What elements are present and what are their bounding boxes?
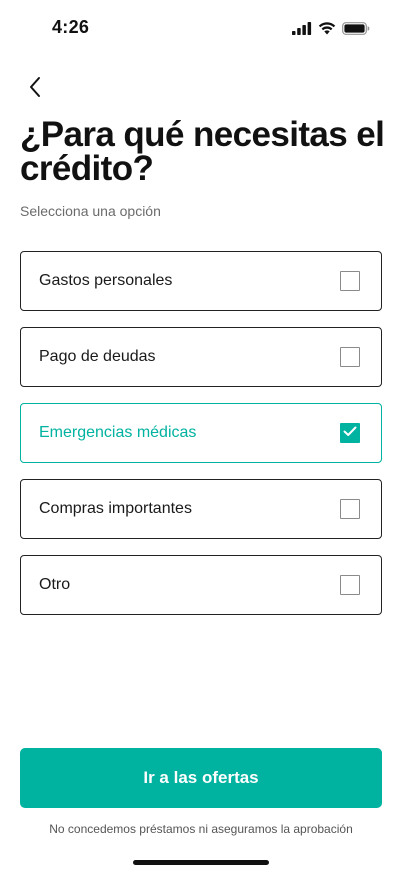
option-label: Pago de deudas <box>39 348 156 365</box>
option-gastos-personales[interactable]: Gastos personales <box>20 251 382 311</box>
battery-icon <box>342 22 370 40</box>
option-label: Otro <box>39 576 71 593</box>
page-title: ¿Para qué necesitas el crédito? <box>20 115 385 188</box>
back-button[interactable] <box>20 74 50 104</box>
option-label: Gastos personales <box>39 272 173 289</box>
option-compras-importantes[interactable]: Compras importantes <box>20 479 382 539</box>
checkbox[interactable] <box>340 347 360 367</box>
checkbox-checked[interactable] <box>340 423 360 443</box>
checkbox[interactable] <box>340 575 360 595</box>
checkbox[interactable] <box>340 499 360 519</box>
disclaimer-text: No concedemos préstamos ni aseguramos la… <box>49 822 353 836</box>
status-time: 4:26 <box>52 17 90 37</box>
signal-icon <box>292 22 312 40</box>
status-icons <box>292 22 370 40</box>
option-label: Compras importantes <box>39 500 192 517</box>
option-pago-de-deudas[interactable]: Pago de deudas <box>20 327 382 387</box>
option-label: Emergencias médicas <box>39 424 197 441</box>
wifi-icon <box>318 22 336 40</box>
page-subtitle: Selecciona una opción <box>20 203 161 219</box>
checkbox[interactable] <box>340 271 360 291</box>
checkmark-icon <box>343 424 357 442</box>
option-emergencias-medicas[interactable]: Emergencias médicas <box>20 403 382 463</box>
home-indicator[interactable] <box>133 860 269 865</box>
options-list: Gastos personales Pago de deudas Emergen… <box>20 251 382 631</box>
go-to-offers-button[interactable]: Ir a las ofertas <box>20 748 382 808</box>
option-otro[interactable]: Otro <box>20 555 382 615</box>
status-bar: 4:26 <box>0 0 402 60</box>
chevron-left-icon <box>28 76 42 103</box>
